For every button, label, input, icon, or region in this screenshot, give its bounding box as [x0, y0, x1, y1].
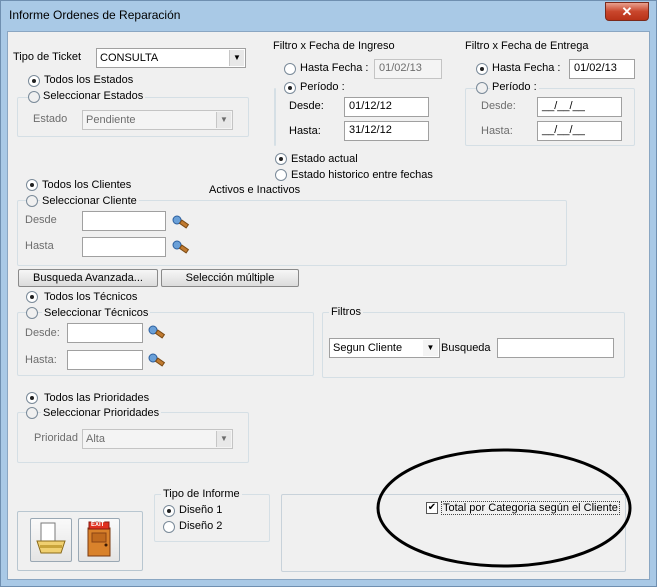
ticket-type-label: Tipo de Ticket [13, 51, 82, 63]
ingreso-title: Filtro x Fecha de Ingreso [273, 40, 395, 52]
chevron-down-icon: ▼ [423, 340, 438, 356]
ingreso-hasta-field[interactable]: 01/02/13 [374, 59, 442, 79]
close-icon: ✕ [621, 4, 633, 19]
todos-tecnicos-label: Todos los Técnicos [44, 291, 138, 303]
radio-entrega-hasta[interactable] [476, 63, 488, 75]
tipo-informe-group [154, 494, 270, 542]
radio-estado-historico[interactable] [275, 169, 287, 181]
seleccionar-cliente-label: Seleccionar Cliente [40, 195, 139, 207]
diseno-2-label: Diseño 2 [179, 520, 223, 532]
ticket-type-value: CONSULTA [100, 52, 159, 64]
ingreso-desde-field[interactable]: 01/12/12 [344, 97, 429, 117]
radio-todos-clientes[interactable] [26, 179, 38, 191]
radio-seleccionar-estados[interactable] [28, 91, 40, 103]
radio-ingreso-periodo[interactable] [284, 82, 296, 94]
tecnico-desde-field[interactable] [67, 323, 143, 343]
busqueda-avanzada-button[interactable]: Busqueda Avanzada... [18, 269, 158, 287]
filtros-title: Filtros [329, 306, 363, 318]
entrega-hasta2-field[interactable]: __/__/__ [537, 121, 622, 141]
entrega-desde-label: Desde: [481, 100, 516, 112]
chevron-down-icon: ▼ [216, 112, 231, 128]
estado-label: Estado [33, 113, 68, 125]
entrega-periodo-label: Período : [490, 81, 539, 93]
todos-clientes-label: Todos los Clientes [42, 179, 132, 191]
prioridad-select[interactable]: Alta ▼ [82, 429, 233, 449]
busqueda-label: Busqueda [441, 342, 491, 354]
tecnico-hasta-label: Hasta: [25, 354, 57, 366]
prioridad-label: Prioridad [34, 432, 79, 444]
estado-value: Pendiente [86, 114, 136, 126]
tipo-informe-title: Tipo de Informe [161, 488, 242, 500]
entrega-hasta-label: Hasta Fecha : [492, 62, 561, 74]
ingreso-periodo-group [274, 88, 276, 146]
cliente-desde-field[interactable] [82, 211, 166, 231]
radio-seleccionar-prioridades[interactable] [26, 407, 38, 419]
radio-entrega-periodo[interactable] [476, 82, 488, 94]
ingreso-desde-label: Desde: [289, 100, 324, 112]
ingreso-hasta-label: Hasta Fecha : [300, 62, 369, 74]
entrega-desde-field[interactable]: __/__/__ [537, 97, 622, 117]
estado-actual-label: Estado actual [291, 153, 358, 165]
filtros-select[interactable]: Segun Cliente ▼ [329, 338, 440, 358]
exit-button[interactable]: EXIT [78, 518, 120, 562]
seleccionar-tecnicos-label: Seleccionar Técnicos [42, 307, 151, 319]
ingreso-hasta2-field[interactable]: 31/12/12 [344, 121, 429, 141]
diseno-1-label: Diseño 1 [179, 504, 223, 516]
cliente-desde-label: Desde [25, 214, 57, 226]
busqueda-field[interactable] [497, 338, 614, 358]
radio-todos-estados[interactable] [28, 75, 40, 87]
report-window: Informe Ordenes de Reparación ✕ Tipo de … [0, 0, 657, 587]
search-person-icon[interactable] [170, 237, 190, 255]
estado-select[interactable]: Pendiente ▼ [82, 110, 233, 130]
radio-diseno-2[interactable] [163, 521, 175, 533]
search-person-icon[interactable] [146, 322, 166, 340]
cliente-hasta-field[interactable] [82, 237, 166, 257]
filtros-select-value: Segun Cliente [333, 342, 403, 354]
exit-sign-text: EXIT [91, 522, 105, 528]
entrega-title: Filtro x Fecha de Entrega [465, 40, 589, 52]
tecnico-desde-label: Desde: [25, 327, 60, 339]
entrega-hasta-field[interactable]: 01/02/13 [569, 59, 635, 79]
printer-icon [36, 522, 66, 554]
radio-seleccionar-cliente[interactable] [26, 195, 38, 207]
close-button[interactable]: ✕ [605, 2, 649, 21]
title-bar: Informe Ordenes de Reparación ✕ [1, 1, 656, 31]
radio-diseno-1[interactable] [163, 505, 175, 517]
window-title: Informe Ordenes de Reparación [9, 8, 181, 22]
seleccionar-prioridades-label: Seleccionar Prioridades [41, 407, 162, 419]
highlight-ellipse-annotation [376, 448, 632, 568]
chevron-down-icon: ▼ [216, 431, 231, 447]
radio-todos-prioridades[interactable] [26, 392, 38, 404]
search-person-icon[interactable] [170, 212, 190, 230]
radio-estado-actual[interactable] [275, 153, 287, 165]
chevron-down-icon: ▼ [229, 50, 244, 66]
radio-seleccionar-tecnicos[interactable] [26, 307, 38, 319]
seleccionar-estados-label: Seleccionar Estados [41, 90, 146, 102]
estado-historico-label: Estado historico entre fechas [291, 169, 433, 181]
radio-todos-tecnicos[interactable] [26, 291, 38, 303]
ingreso-hasta2-label: Hasta: [289, 125, 321, 137]
todos-estados-label: Todos los Estados [44, 74, 134, 86]
activos-inactivos-label: Activos e Inactivos [209, 184, 301, 196]
search-person-icon[interactable] [146, 350, 166, 368]
form-client-area: Tipo de Ticket CONSULTA ▼ Todos los Esta… [7, 31, 650, 580]
print-button[interactable] [30, 518, 72, 562]
tecnico-hasta-field[interactable] [67, 350, 143, 370]
entrega-hasta2-label: Hasta: [481, 125, 513, 137]
todos-prioridades-label: Todos las Prioridades [44, 392, 150, 404]
radio-ingreso-hasta[interactable] [284, 63, 296, 75]
seleccion-multiple-button[interactable]: Selección múltiple [161, 269, 299, 287]
ingreso-periodo-label: Período : [298, 81, 347, 93]
ticket-type-select[interactable]: CONSULTA ▼ [96, 48, 246, 68]
cliente-hasta-label: Hasta [25, 240, 54, 252]
prioridad-value: Alta [86, 433, 105, 445]
